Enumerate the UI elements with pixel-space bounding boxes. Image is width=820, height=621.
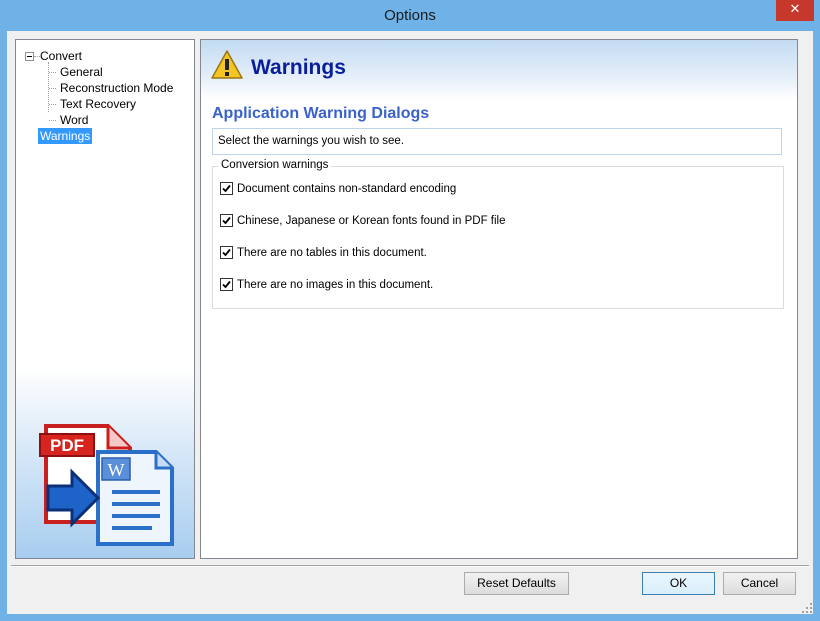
tree-connector [49, 88, 56, 89]
checkbox-label: Document contains non-standard encoding [237, 183, 457, 195]
tree-item-reconstruction-mode[interactable]: Reconstruction Mode [60, 80, 173, 96]
resize-grip-icon[interactable] [801, 602, 813, 614]
collapse-icon[interactable] [25, 52, 34, 61]
title-bar[interactable]: Options ✕ [0, 0, 820, 31]
page-title: Warnings [251, 56, 346, 79]
checkbox[interactable] [220, 246, 233, 259]
checkbox[interactable] [220, 214, 233, 227]
tree-connector [49, 120, 56, 121]
checkbox-label: There are no tables in this document. [237, 247, 427, 259]
group-label: Conversion warnings [218, 159, 332, 171]
word-document-icon: W [96, 450, 174, 546]
warning-icon [211, 50, 243, 79]
check-icon [222, 184, 231, 193]
window-title: Options [384, 7, 436, 24]
tree-item-general[interactable]: General [60, 64, 103, 80]
tree-item-text-recovery[interactable]: Text Recovery [60, 96, 136, 112]
ok-button[interactable]: OK [642, 572, 715, 595]
checkbox-label: There are no images in this document. [237, 279, 434, 291]
description-text: Select the warnings you wish to see. [212, 128, 782, 155]
close-button[interactable]: ✕ [776, 0, 814, 21]
pdf-to-word-logo: PDF W [39, 424, 174, 546]
checkbox-label: Chinese, Japanese or Korean fonts found … [237, 215, 506, 227]
tree-connector [49, 104, 56, 105]
warnings-panel: Warnings Application Warning Dialogs Sel… [200, 39, 798, 559]
tree-item-warnings[interactable]: Warnings [38, 128, 93, 144]
options-tree[interactable]: Convert General Reconstruction Mode Text… [15, 39, 195, 559]
tree-item-convert[interactable]: Convert [40, 48, 82, 64]
check-icon [222, 280, 231, 289]
conversion-warnings-group: Conversion warnings Document contains no… [212, 159, 784, 309]
section-title: Application Warning Dialogs [212, 105, 430, 122]
checkbox[interactable] [220, 278, 233, 291]
reset-defaults-button[interactable]: Reset Defaults [464, 572, 569, 595]
tree-item-word[interactable]: Word [60, 112, 88, 128]
footer-divider [11, 565, 809, 567]
options-window: Options ✕ Convert General Reconstruction… [0, 0, 820, 621]
cancel-button[interactable]: Cancel [723, 572, 796, 595]
pdf-label: PDF [50, 436, 84, 455]
check-icon [222, 216, 231, 225]
tree-connector [49, 72, 56, 73]
word-label: W [108, 460, 125, 480]
checkbox[interactable] [220, 182, 233, 195]
dialog-client: Convert General Reconstruction Mode Text… [7, 31, 813, 614]
check-icon [222, 248, 231, 257]
